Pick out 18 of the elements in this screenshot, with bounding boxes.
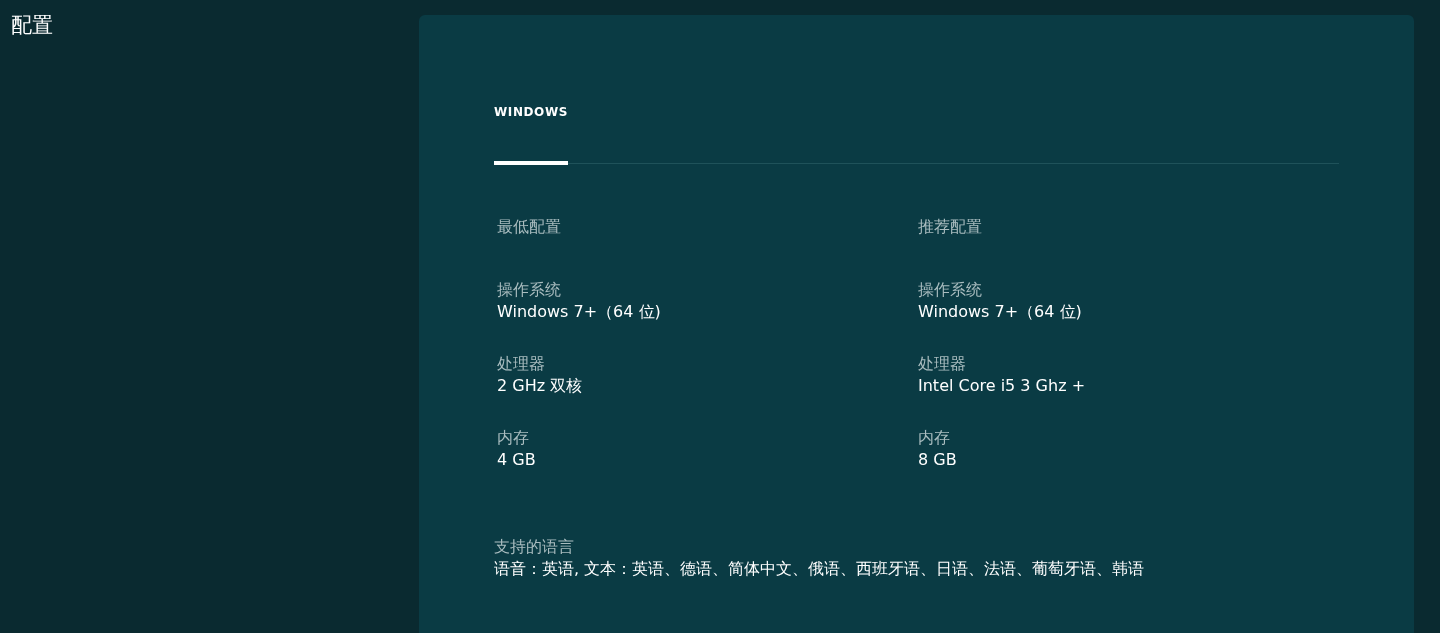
- spec-label: 处理器: [497, 353, 546, 375]
- column-heading: 最低配置: [497, 216, 562, 238]
- spec-value: 2 GHz 双核: [497, 375, 584, 397]
- languages-label: 支持的语言: [494, 536, 575, 558]
- spec-value: Intel Core i5 3 Ghz +: [918, 375, 1087, 397]
- column-heading: 推荐配置: [918, 216, 983, 238]
- spec-label: 内存: [497, 427, 530, 449]
- page-title: 配置: [11, 12, 54, 39]
- spec-label: 处理器: [918, 353, 967, 375]
- spec-value: 8 GB: [918, 449, 958, 471]
- spec-value: Windows 7+（64 位): [918, 301, 1083, 323]
- spec-value: 4 GB: [497, 449, 537, 471]
- languages-value: 语音：英语, 文本：英语、德语、简体中文、俄语、西班牙语、日语、法语、葡萄牙语、韩语: [494, 558, 1146, 580]
- spec-value: Windows 7+（64 位): [497, 301, 662, 323]
- spec-label: 操作系统: [497, 279, 562, 301]
- platform-tab[interactable]: WINDOWS: [494, 103, 568, 165]
- spec-label: 内存: [918, 427, 951, 449]
- spec-label: 操作系统: [918, 279, 983, 301]
